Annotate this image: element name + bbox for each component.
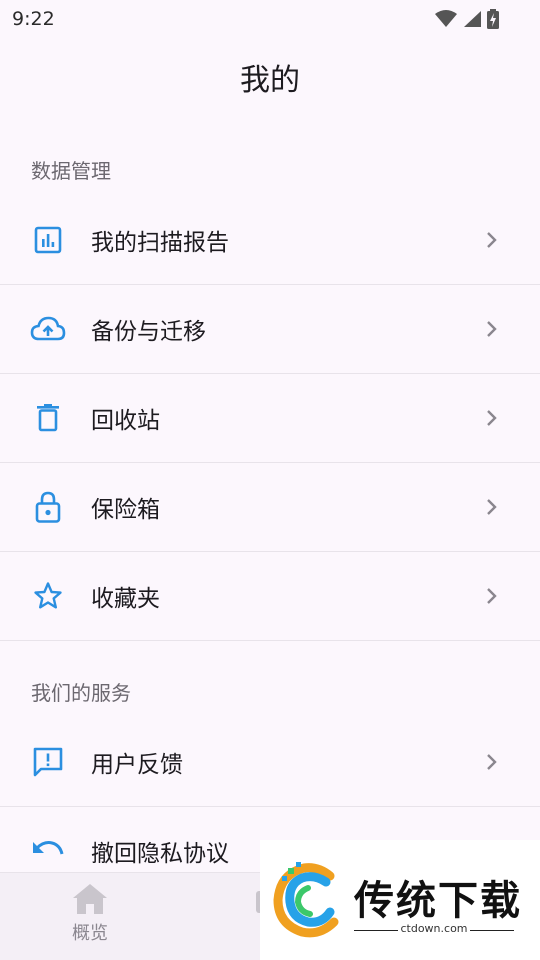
menu-item-safe-box[interactable]: 保险箱 [0,463,540,552]
menu-item-label: 我的扫描报告 [91,230,229,256]
nav-item-overview[interactable]: 概览 [45,883,135,945]
nav-label: 概览 [72,923,108,944]
feedback-icon [30,744,66,780]
menu-item-label: 用户反馈 [91,752,183,778]
cloud-upload-icon [30,311,66,347]
menu-item-recycle-bin[interactable]: 回收站 [0,374,540,463]
section-header-our-services: 我们的服务 [31,681,131,705]
data-management-list: 我的扫描报告 备份与迁移 回收站 保险箱 收藏夹 [0,196,540,641]
chevron-right-icon [487,232,497,248]
undo-icon [30,833,66,869]
star-icon [30,578,66,614]
watermark-logo [273,862,339,938]
bar-chart-icon [30,222,66,258]
menu-item-label: 回收站 [91,408,160,434]
chevron-right-icon [487,410,497,426]
watermark-line-right [470,930,514,931]
menu-item-user-feedback[interactable]: 用户反馈 [0,718,540,807]
menu-item-label: 撤回隐私协议 [91,841,229,867]
chevron-right-icon [487,588,497,604]
status-time: 9:22 [12,8,55,30]
menu-item-label: 收藏夹 [91,586,160,612]
chevron-right-icon [487,754,497,770]
watermark-title: 传统下载 [354,878,522,924]
menu-item-backup-migrate[interactable]: 备份与迁移 [0,285,540,374]
wifi-icon [435,10,457,27]
menu-item-favorites[interactable]: 收藏夹 [0,552,540,641]
menu-item-label: 备份与迁移 [91,319,206,345]
watermark-site: ctdown.com [400,922,468,935]
status-bar: 9:22 [0,0,540,38]
chevron-right-icon [487,499,497,515]
watermark-overlay: 传统下载 ctdown.com [260,840,540,960]
chevron-right-icon [487,321,497,337]
section-header-data-management: 数据管理 [31,159,111,183]
status-icons [434,9,500,29]
page-title: 我的 [240,63,300,98]
signal-icon [464,11,481,27]
lock-icon [30,489,66,525]
menu-item-scan-report[interactable]: 我的扫描报告 [0,196,540,285]
battery-icon [487,9,499,29]
home-icon [73,884,107,914]
menu-item-label: 保险箱 [91,497,160,523]
trash-icon [30,400,66,436]
